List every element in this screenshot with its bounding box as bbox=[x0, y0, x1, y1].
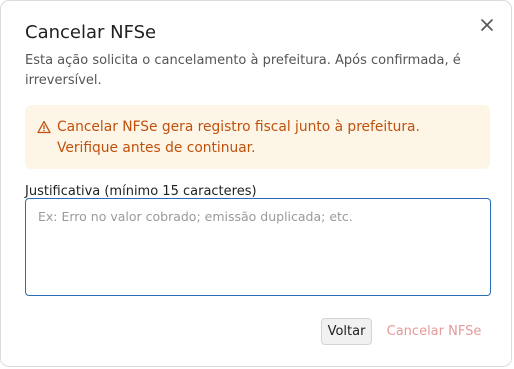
close-button[interactable] bbox=[477, 15, 497, 35]
close-icon bbox=[481, 19, 493, 31]
warning-text: Cancelar NFSe gera registro fiscal junto… bbox=[57, 119, 420, 156]
dialog-description: Esta ação solicita o cancelamento à pref… bbox=[25, 53, 461, 88]
cancel-nfse-button[interactable]: Cancelar NFSe bbox=[381, 318, 487, 345]
cancel-nfse-dialog: Cancelar NFSe Esta ação solicita o cance… bbox=[0, 0, 512, 367]
warning-triangle-icon bbox=[37, 120, 51, 134]
warning-alert: Cancelar NFSe gera registro fiscal junto… bbox=[25, 105, 490, 169]
back-button[interactable]: Voltar bbox=[321, 318, 372, 345]
justification-textarea[interactable] bbox=[25, 198, 491, 296]
dialog-title: Cancelar NFSe bbox=[25, 22, 157, 43]
